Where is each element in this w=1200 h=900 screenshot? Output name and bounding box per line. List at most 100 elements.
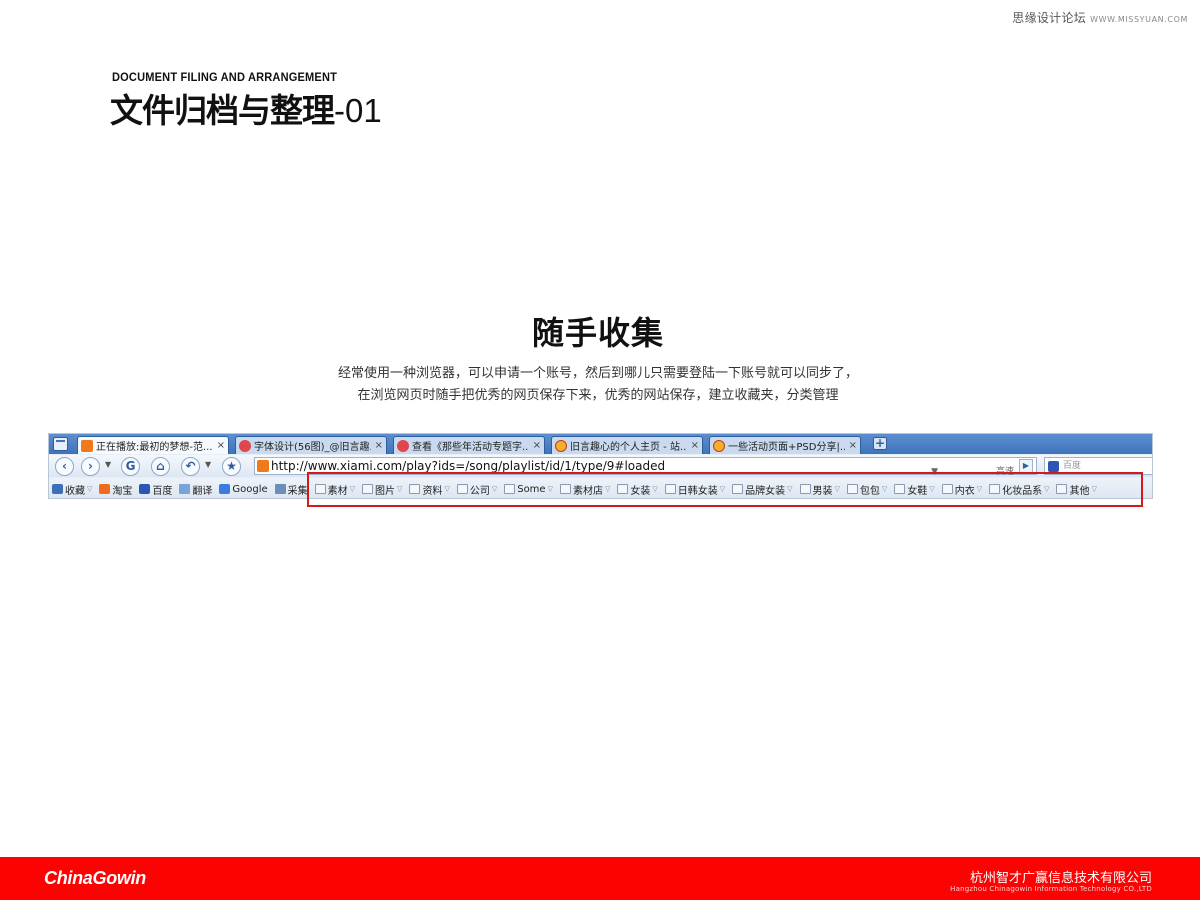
bookmark-item[interactable]: 公司 ▽ bbox=[456, 482, 497, 497]
bookmark-item[interactable]: 采集 bbox=[274, 482, 308, 497]
browser-tab-bar: 正在播放:最初的梦想-范... × 字体设计(56图)_@旧言趣... × 查看… bbox=[49, 434, 1152, 454]
chevron-down-icon[interactable]: ▽ bbox=[882, 485, 887, 493]
google-icon bbox=[219, 484, 231, 494]
bookmark-label: 图片 bbox=[375, 485, 396, 497]
chevron-down-icon[interactable]: ▽ bbox=[605, 485, 610, 493]
chevron-down-icon[interactable]: ▽ bbox=[929, 485, 934, 493]
browser-tab[interactable]: 正在播放:最初的梦想-范... × bbox=[77, 436, 229, 454]
chevron-down-icon[interactable]: ▽ bbox=[492, 485, 497, 493]
footer-company-en: Hangzhou Chinagowin Information Technolo… bbox=[950, 885, 1152, 893]
footer-bar: ChinaGowin 杭州智才广赢信息技术有限公司 Hangzhou China… bbox=[0, 857, 1200, 900]
tab-label: 旧言趣心的个人主页 - 站... bbox=[570, 442, 687, 453]
footer-brand: ChinaGowin bbox=[44, 868, 146, 888]
bookmark-item[interactable]: 淘宝 bbox=[99, 482, 132, 497]
bookmark-label: 翻译 bbox=[192, 485, 213, 497]
search-input[interactable]: 百度 bbox=[1044, 457, 1152, 475]
folder-icon bbox=[732, 484, 744, 494]
watermark: 思缘设计论坛 WWW.MISSYUAN.COM bbox=[1012, 9, 1188, 26]
tab-close-icon[interactable]: × bbox=[849, 440, 857, 451]
xiami-icon bbox=[257, 460, 269, 472]
chevron-down-icon[interactable]: ▽ bbox=[350, 485, 355, 493]
undo-button[interactable]: ↶ bbox=[181, 457, 200, 476]
chevron-down-icon[interactable]: ▽ bbox=[444, 485, 449, 493]
bookmark-label: 男装 bbox=[812, 485, 833, 497]
bookmark-item[interactable]: 日韩女装 ▽ bbox=[664, 482, 725, 497]
bookmark-label: 淘宝 bbox=[112, 485, 133, 497]
bookmark-label: 收藏 bbox=[65, 485, 85, 497]
chevron-down-icon[interactable]: ▼ bbox=[205, 460, 211, 469]
bookmark-label: 女鞋 bbox=[907, 485, 928, 497]
bookmark-item[interactable]: 素材 ▽ bbox=[314, 482, 355, 497]
bookmark-label: Google bbox=[232, 483, 268, 495]
home-button[interactable]: ⌂ bbox=[151, 457, 170, 476]
refresh-button[interactable]: G bbox=[121, 457, 140, 476]
bookmark-item[interactable]: 素材店 ▽ bbox=[559, 482, 610, 497]
chevron-down-icon[interactable]: ▽ bbox=[787, 485, 792, 493]
bookmark-item[interactable]: 内衣 ▽ bbox=[941, 482, 982, 497]
baidu-icon bbox=[139, 484, 151, 494]
translate-icon bbox=[179, 484, 191, 494]
browser-tab[interactable]: 查看《那些年活动专题字... × bbox=[393, 436, 545, 454]
tab-close-icon[interactable]: × bbox=[691, 440, 699, 451]
search-placeholder: 百度 bbox=[1063, 461, 1082, 471]
tab-close-icon[interactable]: × bbox=[375, 440, 383, 451]
browser-tab[interactable]: 字体设计(56图)_@旧言趣... × bbox=[235, 436, 387, 454]
bookmark-item[interactable]: 女鞋 ▽ bbox=[894, 482, 935, 497]
bookmark-item[interactable]: 男装 ▽ bbox=[799, 482, 840, 497]
bookmark-label: 日韩女装 bbox=[677, 485, 718, 497]
chevron-down-icon[interactable]: ▽ bbox=[87, 485, 92, 493]
tab-close-icon[interactable]: × bbox=[217, 440, 225, 451]
header-title: 文件归档与整理-01 bbox=[110, 84, 382, 132]
bookmark-label: Some bbox=[517, 483, 546, 495]
chevron-down-icon[interactable]: ▽ bbox=[720, 485, 725, 493]
chevron-down-icon[interactable]: ▽ bbox=[1091, 485, 1096, 493]
bookmark-item[interactable]: 化妆品系 ▽ bbox=[989, 482, 1049, 497]
tab-close-icon[interactable]: × bbox=[533, 440, 541, 451]
chevron-down-icon[interactable]: ▽ bbox=[835, 485, 840, 493]
header-title-en: DOCUMENT FILING AND ARRANGEMENT bbox=[112, 70, 338, 84]
folder-icon bbox=[409, 484, 421, 494]
browser-window: 正在播放:最初的梦想-范... × 字体设计(56图)_@旧言趣... × 查看… bbox=[48, 433, 1153, 499]
section-description-line-1: 经常使用一种浏览器，可以申请一个账号，然后到哪儿只需要登陆一下账号就可以同步了， bbox=[337, 366, 858, 381]
folder-icon bbox=[456, 484, 468, 494]
bookmark-label: 女装 bbox=[630, 485, 651, 497]
tab-label: 正在播放:最初的梦想-范... bbox=[96, 442, 213, 453]
rose-icon bbox=[239, 439, 251, 452]
chevron-down-icon[interactable]: ▼ bbox=[105, 460, 111, 469]
bookmark-label: 公司 bbox=[469, 485, 490, 497]
bookmark-item[interactable]: Google bbox=[219, 483, 268, 495]
bookmark-item[interactable]: 品牌女装 ▽ bbox=[732, 482, 793, 497]
chevron-down-icon[interactable]: ▽ bbox=[548, 485, 553, 493]
browser-tab[interactable]: 旧言趣心的个人主页 - 站... × bbox=[551, 436, 703, 454]
section-description-line-2: 在浏览网页时随手把优秀的网页保存下来，优秀的网站保存，建立收藏夹，分类管理 bbox=[357, 388, 839, 403]
bookmark-item[interactable]: Some ▽ bbox=[504, 484, 553, 495]
bookmark-item[interactable]: 百度 bbox=[139, 482, 172, 497]
address-url[interactable]: http://www.xiami.com/play?ids=/song/play… bbox=[271, 458, 665, 474]
xiami-icon bbox=[81, 439, 93, 452]
bookmark-item[interactable]: 其他 ▽ bbox=[1056, 482, 1097, 497]
back-button[interactable]: ‹ bbox=[55, 457, 74, 476]
watermark-en: WWW.MISSYUAN.COM bbox=[1090, 15, 1188, 24]
bookmark-item[interactable]: 翻译 bbox=[179, 482, 212, 497]
tab-label: 查看《那些年活动专题字... bbox=[412, 442, 529, 453]
chevron-down-icon[interactable]: ▽ bbox=[977, 485, 982, 493]
bookmark-label: 资料 bbox=[422, 485, 443, 497]
forward-button[interactable]: › bbox=[81, 457, 100, 476]
chevron-down-icon[interactable]: ▽ bbox=[1044, 485, 1049, 493]
bookmark-item[interactable]: 收藏 ▽ bbox=[52, 482, 92, 497]
bookmark-item[interactable]: 女装 ▽ bbox=[617, 482, 658, 497]
chevron-down-icon[interactable]: ▽ bbox=[652, 485, 657, 493]
chevron-down-icon[interactable]: ▽ bbox=[397, 485, 402, 493]
address-bar[interactable]: http://www.xiami.com/play?ids=/song/play… bbox=[254, 457, 1037, 477]
browser-menu-icon[interactable] bbox=[53, 437, 68, 451]
browser-tab[interactable]: 一些活动页面+PSD分享|... × bbox=[709, 436, 861, 454]
go-button[interactable]: ▶ bbox=[1019, 459, 1033, 473]
bookmark-item[interactable]: 包包 ▽ bbox=[846, 482, 887, 497]
favorite-button[interactable]: ★ bbox=[222, 457, 241, 476]
bookmark-item[interactable]: 图片 ▽ bbox=[362, 482, 402, 497]
new-tab-button[interactable]: + bbox=[873, 437, 887, 450]
folder-icon bbox=[846, 484, 858, 494]
section-title: 随手收集 bbox=[531, 314, 664, 352]
bookmark-item[interactable]: 资料 ▽ bbox=[409, 482, 450, 497]
bookmark-label: 内衣 bbox=[954, 485, 975, 497]
